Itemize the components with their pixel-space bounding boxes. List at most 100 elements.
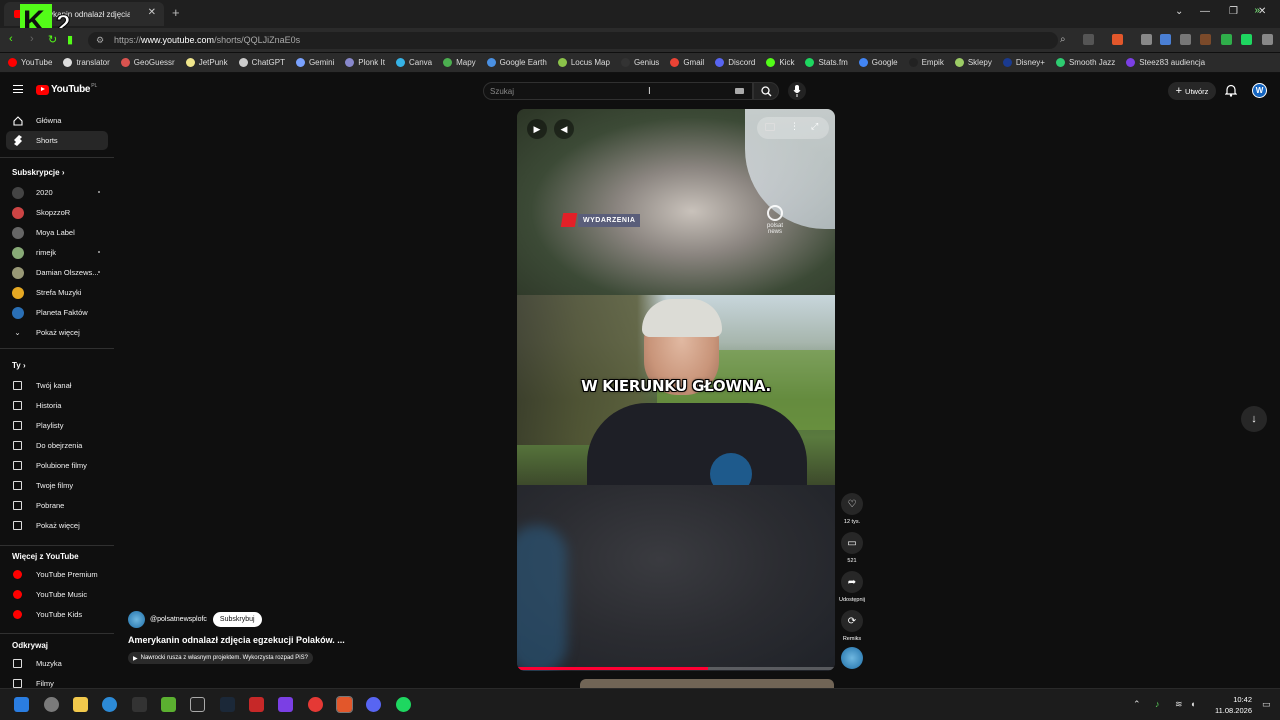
minecraft-icon[interactable] bbox=[161, 697, 176, 712]
bookmark-item[interactable]: Steez83 audiencja bbox=[1126, 58, 1205, 67]
share-icon[interactable]: ➦ bbox=[841, 571, 863, 593]
bookmark-item[interactable]: GeoGuessr bbox=[120, 58, 175, 67]
back-icon[interactable]: ‹ bbox=[9, 33, 13, 45]
remix-icon[interactable]: ⟳ bbox=[841, 610, 863, 632]
windows-start-icon[interactable] bbox=[14, 697, 29, 712]
channel-avatar[interactable] bbox=[128, 611, 145, 628]
next-short-button[interactable]: ↓ bbox=[1241, 406, 1267, 432]
sidebar-item[interactable]: Twoje filmy bbox=[6, 476, 108, 495]
sidebar-item[interactable]: YouTube Premium bbox=[6, 565, 108, 584]
bookmark-item[interactable]: Smooth Jazz bbox=[1055, 58, 1115, 67]
bookmark-item[interactable]: JetPunk bbox=[185, 58, 228, 67]
volume-icon[interactable] bbox=[1180, 34, 1191, 45]
share-action[interactable]: ➦ Udostępnij bbox=[839, 571, 865, 603]
sidebar-item[interactable]: Twój kanał bbox=[6, 376, 108, 395]
remix-action[interactable]: ⟳ Remiks bbox=[840, 610, 864, 642]
sidebar-item[interactable]: Planeta Faktów bbox=[6, 303, 108, 322]
url-field[interactable]: ⚙ https://www.youtube.com/shorts/QQLJiZn… bbox=[88, 32, 1066, 49]
more-bookmarks-icon[interactable]: » bbox=[1254, 5, 1260, 16]
sidebar-item[interactable]: YouTube Music bbox=[6, 585, 108, 604]
bookmark-item[interactable]: Stats.fm bbox=[805, 58, 848, 67]
bookmark-icon[interactable]: ▮ bbox=[67, 33, 73, 46]
play-button[interactable]: ▶ bbox=[527, 119, 547, 139]
sidebar-item-shorts[interactable]: Shorts bbox=[6, 131, 108, 150]
discord-icon[interactable] bbox=[366, 697, 381, 712]
next-short-preview[interactable] bbox=[580, 679, 834, 688]
tab-list-icon[interactable]: ⌄ bbox=[1175, 6, 1183, 17]
sidebar-item[interactable]: Playlisty bbox=[6, 416, 108, 435]
app-record-icon[interactable] bbox=[308, 697, 323, 712]
bookmark-item[interactable]: Gemini bbox=[295, 58, 334, 67]
heart-icon[interactable]: ♡ bbox=[841, 493, 863, 515]
subscriptions-header[interactable]: Subskrypcje › bbox=[12, 168, 64, 177]
speaker-icon[interactable]: ◖ bbox=[1190, 699, 1195, 709]
progress-bar[interactable] bbox=[517, 667, 835, 670]
bookmark-item[interactable]: Canva bbox=[395, 58, 432, 67]
sidebar-item[interactable]: SkopzzoR bbox=[6, 203, 108, 222]
brave-browser-icon[interactable] bbox=[336, 696, 353, 713]
bookmark-item[interactable]: YouTube bbox=[8, 58, 52, 67]
notifications-icon[interactable]: ▭ bbox=[1262, 699, 1271, 710]
sound-channel-icon[interactable] bbox=[841, 647, 863, 669]
bookmark-item[interactable]: Gmail bbox=[670, 58, 704, 67]
spotify-icon[interactable] bbox=[396, 697, 411, 712]
voice-search-button[interactable] bbox=[788, 82, 806, 100]
microphone-tray-icon[interactable]: ♪ bbox=[1155, 699, 1160, 709]
capcut-icon[interactable] bbox=[132, 697, 147, 712]
fullscreen-icon[interactable]: ⤢ bbox=[811, 121, 818, 132]
translate-icon[interactable] bbox=[1160, 34, 1171, 45]
forward-icon[interactable]: › bbox=[30, 33, 34, 45]
bookmark-item[interactable]: Google bbox=[858, 58, 898, 67]
bookmark-item[interactable]: translator bbox=[63, 58, 110, 67]
sidebar-item-home[interactable]: Główna bbox=[6, 111, 108, 130]
sidebar-item[interactable]: Strefa Muzyki bbox=[6, 283, 108, 302]
bookmark-item[interactable]: Google Earth bbox=[486, 58, 547, 67]
sidebar-item[interactable]: Pokaż więcej bbox=[6, 516, 108, 535]
menu-icon[interactable] bbox=[1262, 34, 1273, 45]
bookmark-item[interactable]: Mapy bbox=[443, 58, 476, 67]
minimize-button[interactable]: — bbox=[1200, 6, 1210, 17]
shorts-player[interactable]: WYDARZENIA polsat news W KIERUNKU GŁOWNA… bbox=[517, 109, 835, 671]
search-button[interactable] bbox=[753, 82, 779, 100]
sound-source-action[interactable] bbox=[840, 647, 864, 669]
comment-icon[interactable]: ▭ bbox=[841, 532, 863, 554]
comment-action[interactable]: ▭ 521 bbox=[840, 532, 864, 564]
edge-browser-icon[interactable] bbox=[102, 697, 117, 712]
music-extension-icon[interactable] bbox=[1241, 34, 1252, 45]
keyboard-icon[interactable] bbox=[735, 88, 744, 94]
sidebar-item[interactable]: Polubione filmy bbox=[6, 456, 108, 475]
like-action[interactable]: ♡ 12 tys. bbox=[840, 493, 864, 525]
search-input[interactable]: Szukaj I bbox=[483, 82, 753, 100]
new-tab-button[interactable]: + bbox=[172, 5, 180, 20]
bookmark-item[interactable]: Empik bbox=[908, 58, 944, 67]
wifi-icon[interactable]: ≋ bbox=[1175, 699, 1183, 710]
cast-icon[interactable] bbox=[1083, 34, 1094, 45]
bookmark-item[interactable]: Sklepy bbox=[954, 58, 992, 67]
youtube-logo[interactable]: YouTube PL bbox=[36, 83, 97, 95]
sidebar-item[interactable]: Damian Olszews... bbox=[6, 263, 108, 282]
sidebar-item[interactable]: rimejk bbox=[6, 243, 108, 262]
maximize-button[interactable]: ❐ bbox=[1229, 6, 1238, 17]
extension-icon[interactable] bbox=[1141, 34, 1152, 45]
file-explorer-icon[interactable] bbox=[73, 697, 88, 712]
zoom-search-icon[interactable]: ⌕ bbox=[1060, 34, 1066, 45]
sidebar-item[interactable]: Historia bbox=[6, 396, 108, 415]
sidebar-item[interactable]: YouTube Kids bbox=[6, 605, 108, 624]
more-options-icon[interactable]: ⋮ bbox=[790, 121, 799, 132]
bookmark-item[interactable]: Kick bbox=[766, 58, 794, 67]
sidebar-item[interactable]: Pobrane bbox=[6, 496, 108, 515]
tray-overflow-icon[interactable]: ⌃ bbox=[1133, 699, 1141, 710]
reload-icon[interactable]: ↻ bbox=[48, 33, 57, 46]
account-avatar[interactable]: W bbox=[1252, 83, 1267, 98]
volume-button[interactable]: ◀ bbox=[554, 119, 574, 139]
sidebar-item[interactable]: 2020 bbox=[6, 183, 108, 202]
related-video-chip[interactable]: ▶ Nawrocki rusza z własnym projektem. Wyk… bbox=[128, 652, 313, 664]
bookmark-item[interactable]: Discord bbox=[715, 58, 755, 67]
subscribe-button[interactable]: Subskrybuj bbox=[212, 612, 262, 627]
you-header[interactable]: Ty › bbox=[12, 361, 26, 370]
twitch-icon[interactable] bbox=[278, 697, 293, 712]
bookmark-item[interactable]: Locus Map bbox=[557, 58, 610, 67]
menu-hamburger-icon[interactable] bbox=[13, 85, 23, 93]
channel-name[interactable]: @polsatnewsplofc bbox=[150, 616, 207, 623]
extension-2-icon[interactable] bbox=[1200, 34, 1211, 45]
